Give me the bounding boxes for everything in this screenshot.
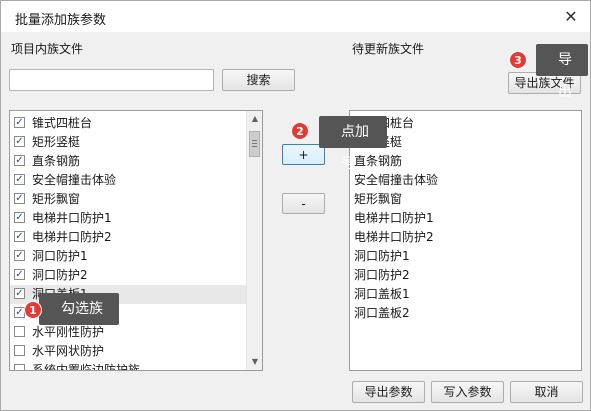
- list-item[interactable]: ✓ 直条钢筋: [10, 152, 246, 171]
- list-item-label: 电梯井口防护1: [32, 211, 112, 225]
- callout-export: 导出: [536, 44, 588, 100]
- list-item-label: 水平刚性防护: [32, 325, 105, 339]
- checkbox-checked[interactable]: ✓: [14, 136, 25, 147]
- cancel-button[interactable]: 取消: [510, 381, 583, 403]
- checkbox-unchecked[interactable]: [14, 326, 25, 337]
- checkbox-checked[interactable]: ✓: [14, 231, 25, 242]
- list-item-label: 矩形飘窗: [32, 192, 81, 206]
- list-item[interactable]: ✓ 电梯井口防护2: [10, 228, 246, 247]
- list-item[interactable]: 系统内置临边防护族: [10, 361, 246, 371]
- list-item-label: 洞口防护2: [32, 268, 88, 282]
- scroll-thumb[interactable]: [249, 131, 260, 157]
- checkbox-checked[interactable]: ✓: [14, 117, 25, 128]
- list-item[interactable]: 洞口防护2: [354, 266, 410, 285]
- list-item-label: 电梯井口防护2: [32, 230, 112, 244]
- title-bar: 批量添加族参数 ✕: [1, 1, 590, 32]
- list-item[interactable]: 电梯井口防护2: [354, 228, 434, 247]
- list-item[interactable]: ✓ 洞口防护2: [10, 266, 246, 285]
- list-item[interactable]: ✓ 矩形竖梃: [10, 133, 246, 152]
- callout-click-plus: 点加号: [319, 116, 387, 172]
- callout-check-families: 勾选族: [39, 293, 119, 325]
- list-item[interactable]: 水平刚性防护: [10, 323, 246, 342]
- list-item-label: 直条钢筋: [32, 154, 81, 168]
- checkbox-unchecked[interactable]: [14, 345, 25, 356]
- write-params-button[interactable]: 写入参数: [431, 381, 504, 403]
- pending-families-label: 待更新族文件: [352, 42, 425, 56]
- project-families-label: 项目内族文件: [11, 42, 84, 56]
- callout-text: 勾选族: [61, 301, 103, 317]
- list-item-label: 锥式四桩台: [32, 116, 93, 130]
- project-families-list[interactable]: ✓ 锥式四桩台 ✓ 矩形竖梃 ✓ 直条钢筋 ✓ 安全帽撞击体验 ✓ 矩形飘窗 ✓ 电梯井口防护1 ✓ 电梯…: [9, 110, 263, 371]
- list-item[interactable]: ✓ 安全帽撞击体验: [10, 171, 246, 190]
- checkbox-checked[interactable]: ✓: [14, 174, 25, 185]
- list-item-label: 安全帽撞击体验: [32, 173, 117, 187]
- step-badge-3: 3: [509, 51, 527, 69]
- list-item[interactable]: ✓ 锥式四桩台: [10, 114, 246, 133]
- step-badge-2: 2: [291, 122, 309, 140]
- list-item[interactable]: 洞口盖板2: [354, 304, 410, 323]
- list-item[interactable]: 水平网状防护: [10, 342, 246, 361]
- search-button[interactable]: 搜索: [222, 69, 295, 91]
- checkbox-checked[interactable]: ✓: [14, 288, 25, 299]
- search-input[interactable]: [9, 69, 214, 91]
- checkbox-checked[interactable]: ✓: [14, 155, 25, 166]
- checkbox-checked[interactable]: ✓: [14, 250, 25, 261]
- checkbox-unchecked[interactable]: [14, 364, 25, 370]
- left-list-scrollbar[interactable]: ▲ ▼: [246, 111, 262, 370]
- checkbox-checked[interactable]: ✓: [14, 193, 25, 204]
- step-badge-1: 1: [24, 301, 42, 319]
- remove-button[interactable]: -: [282, 193, 325, 214]
- list-item[interactable]: 电梯井口防护1: [354, 209, 434, 228]
- scroll-down-icon[interactable]: ▼: [250, 357, 260, 367]
- list-item-label: 系统内置临边防护族: [32, 363, 141, 371]
- list-item[interactable]: ✓ 电梯井口防护1: [10, 209, 246, 228]
- list-item[interactable]: ✓ 矩形飘窗: [10, 190, 246, 209]
- checkbox-checked[interactable]: ✓: [14, 269, 25, 280]
- list-item[interactable]: ✓ 洞口防护1: [10, 247, 246, 266]
- list-item[interactable]: 矩形飘窗: [354, 190, 402, 209]
- list-item-label: 矩形竖梃: [32, 135, 81, 149]
- callout-text: 导出: [558, 52, 572, 100]
- export-params-button[interactable]: 导出参数: [352, 381, 425, 403]
- list-item[interactable]: 直条钢筋: [354, 152, 402, 171]
- pending-families-list[interactable]: 锥式四桩台矩形竖梃直条钢筋安全帽撞击体验矩形飘窗电梯井口防护1电梯井口防护2洞口…: [349, 110, 582, 371]
- scroll-up-icon[interactable]: ▲: [250, 114, 260, 124]
- checkbox-checked[interactable]: ✓: [14, 212, 25, 223]
- window-title: 批量添加族参数: [15, 13, 107, 28]
- batch-add-family-params-dialog: 批量添加族参数 ✕ 项目内族文件 搜索 ✓ 锥式四桩台 ✓ 矩形竖梃 ✓ 直条钢筋 ✓ 安全帽…: [0, 0, 591, 411]
- list-item-label: 水平网状防护: [32, 344, 105, 358]
- list-item[interactable]: 洞口防护1: [354, 247, 410, 266]
- close-icon[interactable]: ✕: [560, 6, 582, 28]
- list-item[interactable]: 安全帽撞击体验: [354, 171, 438, 190]
- list-item[interactable]: 洞口盖板1: [354, 285, 410, 304]
- list-item-label: 洞口防护1: [32, 249, 88, 263]
